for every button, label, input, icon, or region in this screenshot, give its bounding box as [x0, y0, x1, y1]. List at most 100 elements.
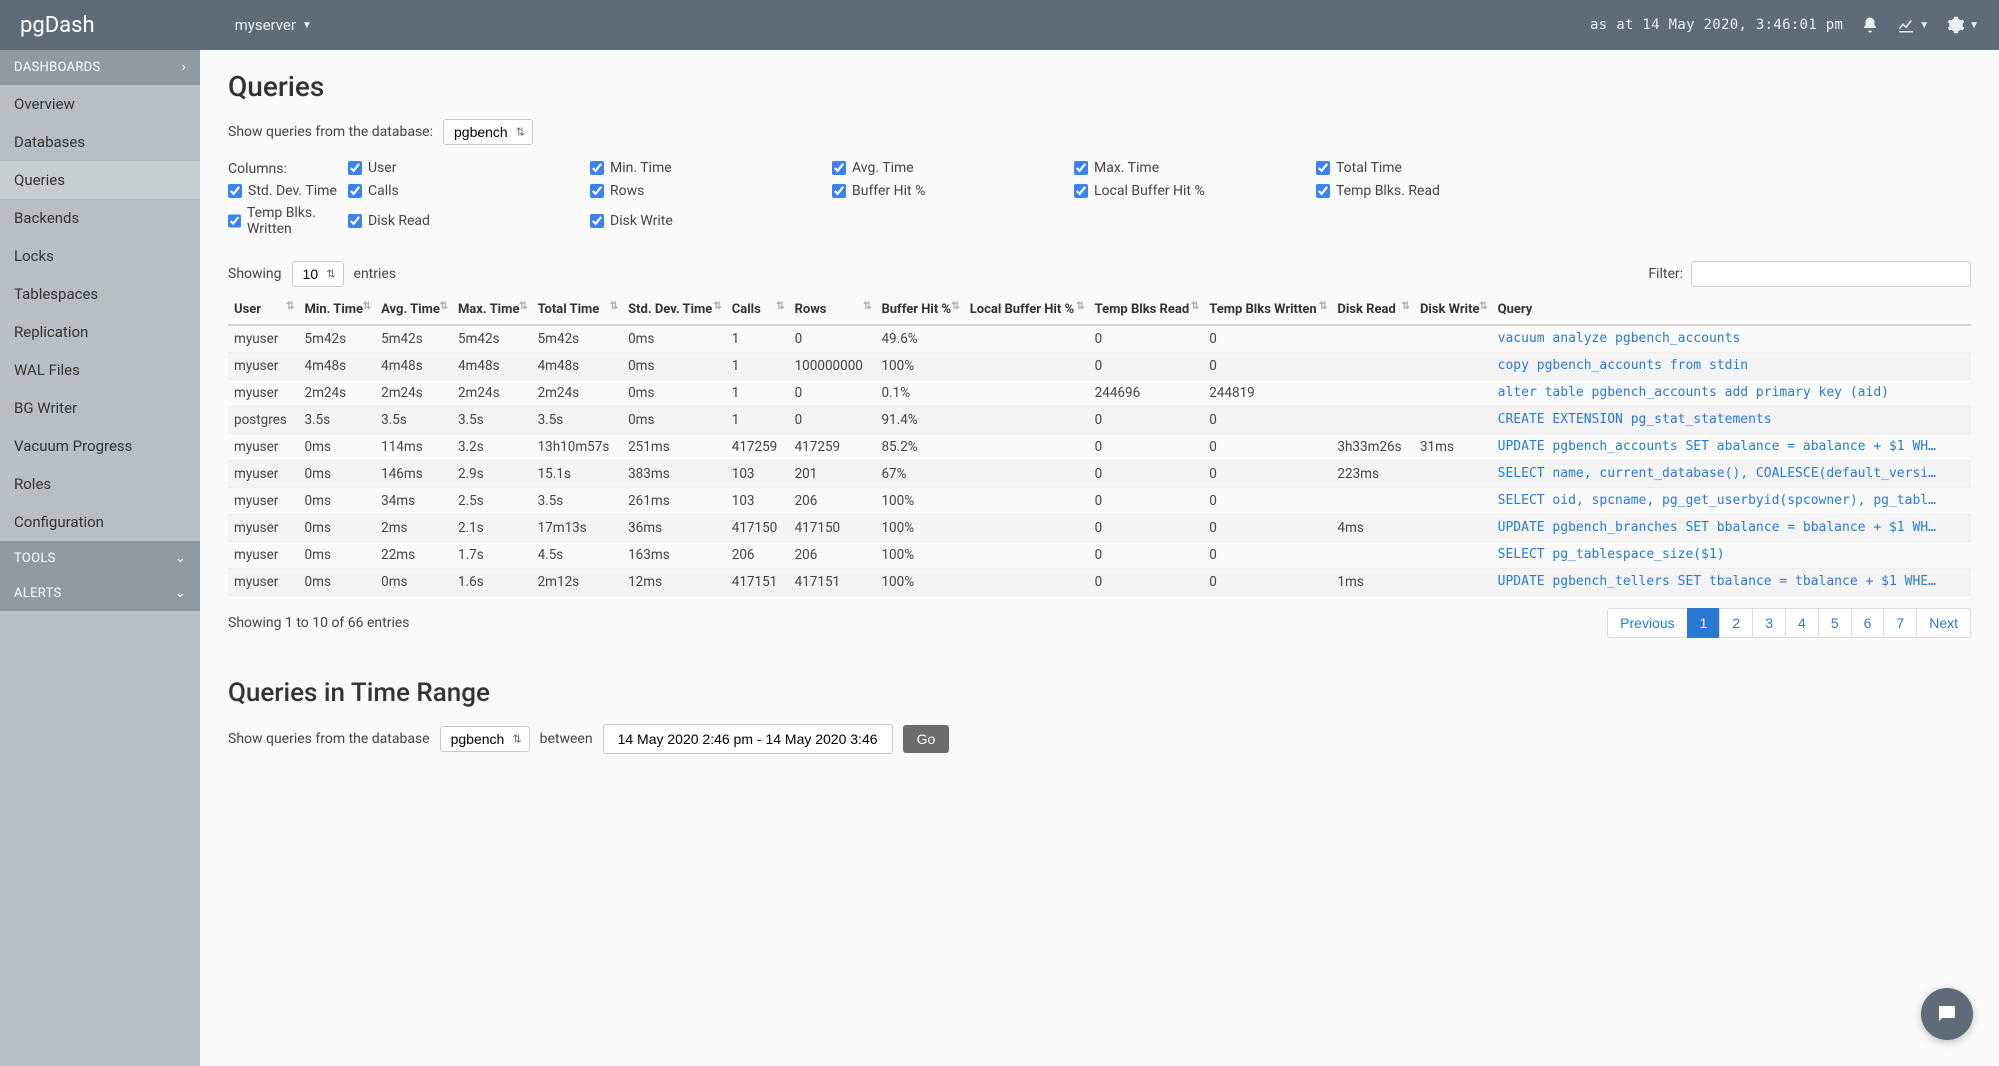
column-header[interactable]: Min. Time⇅ — [299, 297, 376, 325]
query-link[interactable]: copy pgbench_accounts from stdin — [1498, 358, 1938, 373]
column-header[interactable]: Disk Read⇅ — [1331, 297, 1414, 325]
checkbox[interactable] — [348, 184, 362, 198]
column-toggle-std-dev-time[interactable]: Std. Dev. Time — [228, 183, 338, 199]
column-header[interactable]: Std. Dev. Time⇅ — [622, 297, 726, 325]
checkbox[interactable] — [1316, 184, 1330, 198]
column-toggle-user[interactable]: User — [348, 159, 580, 177]
column-header[interactable]: Rows⇅ — [789, 297, 876, 325]
column-header[interactable]: Temp Blks Written⇅ — [1203, 297, 1331, 325]
checkbox[interactable] — [832, 184, 846, 198]
page-title: Queries — [228, 70, 1971, 103]
checkbox[interactable] — [1074, 161, 1088, 175]
query-link[interactable]: UPDATE pgbench_tellers SET tbalance = tb… — [1498, 574, 1938, 589]
checkbox[interactable] — [348, 214, 362, 228]
column-header[interactable]: Max. Time⇅ — [452, 297, 532, 325]
pager-page[interactable]: 3 — [1752, 608, 1786, 638]
query-link[interactable]: SELECT name, current_database(), COALESC… — [1498, 466, 1938, 481]
query-link[interactable]: CREATE EXTENSION pg_stat_statements — [1498, 412, 1938, 427]
sidebar-item-bg-writer[interactable]: BG Writer — [0, 389, 200, 427]
column-header[interactable]: Local Buffer Hit %⇅ — [964, 297, 1089, 325]
column-header[interactable]: Total Time⇅ — [532, 297, 623, 325]
query-link[interactable]: alter table pgbench_accounts add primary… — [1498, 385, 1938, 400]
query-link[interactable]: SELECT pg_tablespace_size($1) — [1498, 547, 1938, 562]
sidebar-section-alerts[interactable]: ALERTS ⌄ — [0, 576, 200, 611]
db-select[interactable]: pgbench — [443, 119, 533, 145]
sort-icon: ⇅ — [363, 301, 371, 313]
pager-prev[interactable]: Previous — [1607, 608, 1687, 638]
checkbox[interactable] — [832, 161, 846, 175]
sidebar-section-tools[interactable]: TOOLS ⌄ — [0, 541, 200, 576]
column-header[interactable]: Calls⇅ — [726, 297, 789, 325]
column-header[interactable]: Temp Blks Read⇅ — [1089, 297, 1204, 325]
pager-page[interactable]: 6 — [1851, 608, 1885, 638]
cell-sd: 12ms — [622, 568, 726, 595]
sidebar-item-backends[interactable]: Backends — [0, 199, 200, 237]
sidebar-item-roles[interactable]: Roles — [0, 465, 200, 503]
column-header[interactable]: Query — [1492, 297, 1971, 325]
pager-page[interactable]: 4 — [1785, 608, 1819, 638]
column-toggle-avg-time[interactable]: Avg. Time — [832, 159, 1064, 177]
sidebar-item-locks[interactable]: Locks — [0, 237, 200, 275]
cell-sd: 383ms — [622, 460, 726, 487]
column-toggle-min-time[interactable]: Min. Time — [590, 159, 822, 177]
column-toggle-disk-write[interactable]: Disk Write — [590, 205, 822, 237]
column-toggle-temp-blks-written[interactable]: Temp Blks. Written — [228, 205, 338, 237]
column-toggle-calls[interactable]: Calls — [348, 183, 580, 199]
go-button[interactable]: Go — [903, 725, 950, 753]
cell-user: myuser — [228, 352, 299, 379]
column-toggle-temp-blks-read[interactable]: Temp Blks. Read — [1316, 183, 1548, 199]
sidebar-section-dashboards[interactable]: DASHBOARDS › — [0, 50, 200, 85]
time-range-input[interactable] — [603, 724, 893, 754]
gear-icon[interactable]: ▼ — [1947, 16, 1979, 34]
sidebar-item-vacuum-progress[interactable]: Vacuum Progress — [0, 427, 200, 465]
column-toggle-total-time[interactable]: Total Time — [1316, 159, 1548, 177]
pager-page[interactable]: 7 — [1883, 608, 1917, 638]
column-header[interactable]: User⇅ — [228, 297, 299, 325]
sidebar-item-configuration[interactable]: Configuration — [0, 503, 200, 541]
cell-sd: 0ms — [622, 406, 726, 433]
column-header[interactable]: Disk Write⇅ — [1414, 297, 1492, 325]
sidebar-item-databases[interactable]: Databases — [0, 123, 200, 161]
column-toggle-buffer-hit-[interactable]: Buffer Hit % — [832, 183, 1064, 199]
cell-tbr: 0 — [1089, 541, 1204, 568]
checkbox[interactable] — [590, 184, 604, 198]
query-link[interactable]: SELECT oid, spcname, pg_get_userbyid(spc… — [1498, 493, 1938, 508]
sidebar-item-queries[interactable]: Queries — [0, 161, 200, 199]
pager-next[interactable]: Next — [1916, 608, 1971, 638]
pager-page[interactable]: 2 — [1719, 608, 1753, 638]
column-toggle-max-time[interactable]: Max. Time — [1074, 159, 1306, 177]
checkbox[interactable] — [590, 214, 604, 228]
bell-icon[interactable] — [1861, 16, 1879, 34]
cell-dr — [1331, 379, 1414, 406]
query-link[interactable]: UPDATE pgbench_accounts SET abalance = a… — [1498, 439, 1938, 454]
query-link[interactable]: vacuum analyze pgbench_accounts — [1498, 331, 1938, 346]
checkbox[interactable] — [228, 214, 241, 228]
chat-fab[interactable] — [1921, 988, 1973, 1040]
db-prompt-label: Show queries from the database: — [228, 124, 433, 140]
column-toggle-local-buffer-hit-[interactable]: Local Buffer Hit % — [1074, 183, 1306, 199]
cell-min: 3.5s — [299, 406, 376, 433]
pager-page[interactable]: 1 — [1687, 608, 1721, 638]
column-toggle-disk-read[interactable]: Disk Read — [348, 205, 580, 237]
server-selector[interactable]: myserver ▼ — [235, 16, 312, 34]
query-link[interactable]: UPDATE pgbench_branches SET bbalance = b… — [1498, 520, 1938, 535]
sidebar-item-tablespaces[interactable]: Tablespaces — [0, 275, 200, 313]
column-header[interactable]: Buffer Hit %⇅ — [875, 297, 963, 325]
cell-rows: 0 — [789, 379, 876, 406]
pager-page[interactable]: 5 — [1818, 608, 1852, 638]
filter-input[interactable] — [1691, 261, 1971, 287]
cell-avg: 2m24s — [375, 379, 452, 406]
checkbox[interactable] — [1074, 184, 1088, 198]
checkbox[interactable] — [228, 184, 242, 198]
chart-icon[interactable]: ▼ — [1897, 16, 1929, 34]
sidebar-item-overview[interactable]: Overview — [0, 85, 200, 123]
column-toggle-rows[interactable]: Rows — [590, 183, 822, 199]
range-db-select[interactable]: pgbench — [440, 726, 530, 752]
entries-select[interactable]: 10 — [292, 261, 344, 287]
sidebar-item-replication[interactable]: Replication — [0, 313, 200, 351]
checkbox[interactable] — [348, 161, 362, 175]
checkbox[interactable] — [1316, 161, 1330, 175]
checkbox[interactable] — [590, 161, 604, 175]
column-header[interactable]: Avg. Time⇅ — [375, 297, 452, 325]
sidebar-item-wal-files[interactable]: WAL Files — [0, 351, 200, 389]
